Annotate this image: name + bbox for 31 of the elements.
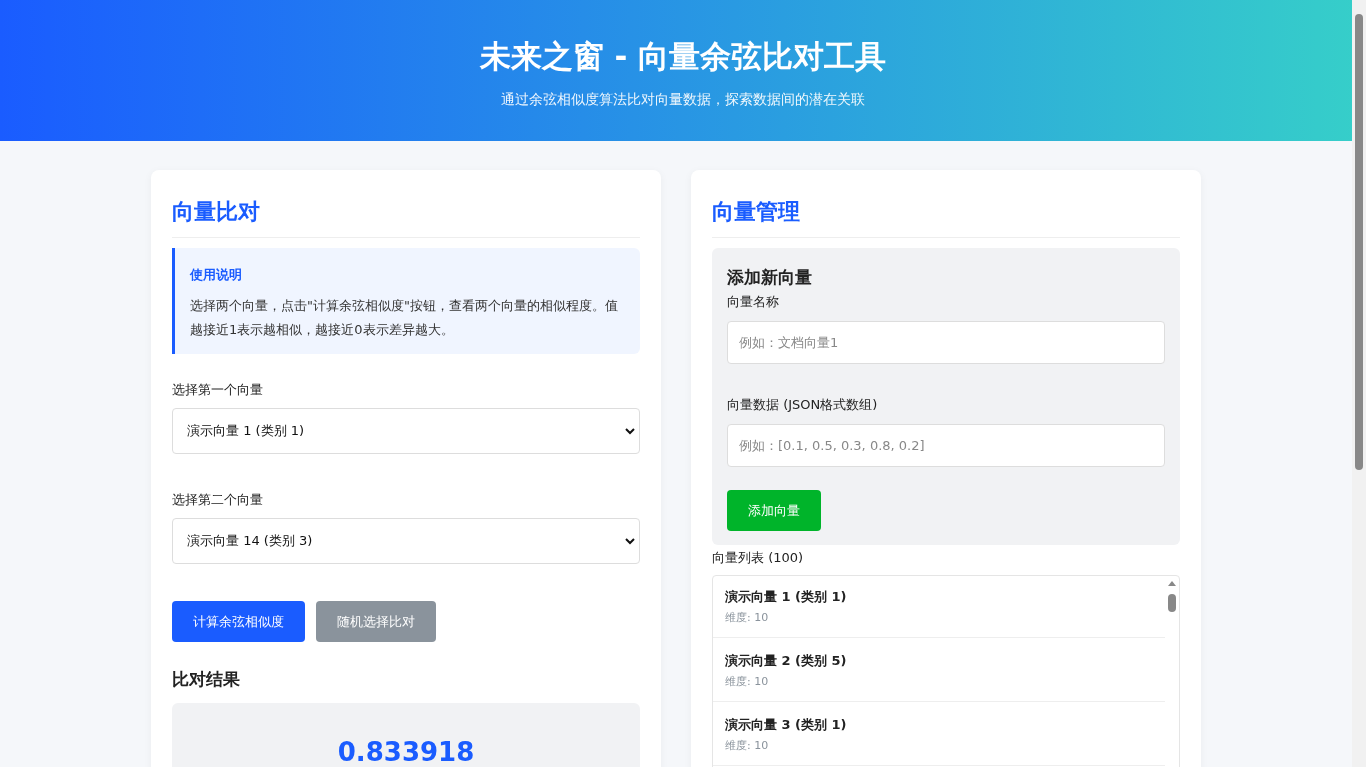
vector-list-item[interactable]: 演示向量 3 (类别 1) 维度: 10 <box>713 702 1165 766</box>
vector-name: 演示向量 1 (类别 1) <box>725 588 847 606</box>
similarity-value: 0.833918 <box>337 737 475 767</box>
vector-dimension: 维度: 10 <box>725 610 769 625</box>
section-title: 向量比对 <box>172 199 260 224</box>
section-title: 向量管理 <box>712 199 800 224</box>
vector-dimension: 维度: 10 <box>725 738 769 753</box>
field-label: 选择第一个向量 <box>172 381 263 399</box>
field-label: 选择第二个向量 <box>172 491 263 509</box>
vector-name: 演示向量 2 (类别 5) <box>725 652 847 670</box>
vector-select[interactable]: 演示向量 14 (类别 3) <box>172 518 640 564</box>
result-title: 比对结果 <box>172 668 240 691</box>
field-label: 向量数据 (JSON格式数组) <box>727 396 878 414</box>
input-field[interactable]: 例如：文档向量1 <box>727 321 1165 364</box>
field-label: 向量名称 <box>727 293 779 311</box>
form-title: 添加新向量 <box>727 266 812 289</box>
info-title: 使用说明 <box>190 266 242 284</box>
vector-select[interactable]: 演示向量 1 (类别 1) <box>172 408 640 454</box>
calculate-button[interactable]: 计算余弦相似度 <box>172 601 305 642</box>
vector-name: 演示向量 3 (类别 1) <box>725 716 847 734</box>
chevron-icon <box>625 427 635 435</box>
info-text: 选择两个向量，点击"计算余弦相似度"按钮，查看两个向量的相似程度。值越接近1表示越相似，越接近0表示差异越大。 <box>190 297 619 339</box>
input-field[interactable]: 例如：[0.1, 0.5, 0.3, 0.8, 0.2] <box>727 424 1165 467</box>
page-scrollbar[interactable] <box>1352 0 1366 767</box>
vector-list-item[interactable]: 演示向量 2 (类别 5) 维度: 10 <box>713 638 1165 702</box>
chevron-icon <box>625 537 635 545</box>
vector-list-item[interactable]: 演示向量 1 (类别 1) 维度: 10 <box>713 576 1165 638</box>
vector-dimension: 维度: 10 <box>725 674 769 689</box>
page-subtitle: 通过余弦相似度算法比对向量数据，探索数据间的潜在关联 <box>501 91 865 109</box>
list-title: 向量列表 (100) <box>712 549 804 567</box>
page-title: 未来之窗 - 向量余弦比对工具 <box>479 37 887 76</box>
